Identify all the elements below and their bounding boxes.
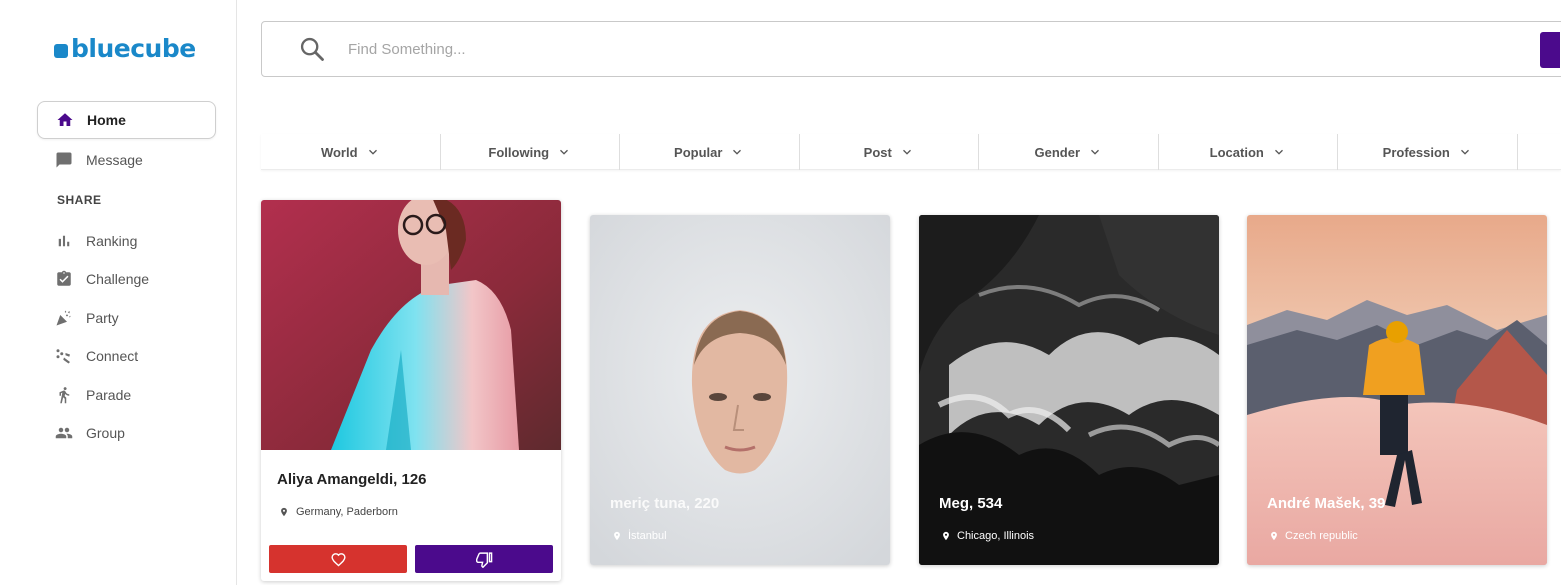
heart-icon <box>330 552 346 566</box>
search-icon[interactable] <box>298 35 326 63</box>
chevron-down-icon <box>560 149 569 155</box>
sidebar-item-ranking[interactable]: Ranking <box>37 222 216 260</box>
chevron-down-icon <box>1274 149 1283 155</box>
profile-location: Chicago, Illinois <box>941 530 1034 542</box>
filter-post[interactable]: Post <box>800 134 979 170</box>
filter-bar: World Following Popular Post Gender Loca… <box>261 134 1561 170</box>
filter-label: Post <box>863 144 892 160</box>
sidebar-item-label: Party <box>86 310 119 326</box>
profile-card[interactable]: Meg, 534 Chicago, Illinois <box>919 215 1219 565</box>
walking-icon <box>54 385 74 405</box>
sidebar-item-party[interactable]: Party <box>37 299 216 337</box>
filter-label: Gender <box>1034 144 1080 160</box>
clipboard-check-icon <box>54 269 74 289</box>
filter-following[interactable]: Following <box>441 134 620 170</box>
party-popper-icon <box>54 308 74 328</box>
sidebar-item-parade[interactable]: Parade <box>37 376 216 414</box>
sidebar-item-label: Home <box>87 112 126 128</box>
group-icon <box>54 423 74 443</box>
location-pin-icon <box>614 531 620 541</box>
sidebar: bluecube Home Message SHARE Ranking Chal… <box>0 0 237 585</box>
filter-label: Popular <box>674 144 723 160</box>
profile-location-text: İstanbul <box>628 530 667 542</box>
search-button[interactable] <box>1540 32 1560 68</box>
sidebar-item-label: Message <box>86 152 143 168</box>
profile-card[interactable]: meriç tuna, 220 İstanbul <box>590 215 890 565</box>
like-button[interactable] <box>269 545 407 573</box>
profile-photo <box>590 215 890 565</box>
bar-chart-icon <box>54 231 74 251</box>
chevron-down-icon <box>733 149 742 155</box>
thumbs-down-icon <box>475 551 492 568</box>
home-icon <box>55 110 75 130</box>
sidebar-item-label: Group <box>86 425 125 441</box>
profile-name: meriç tuna, 220 <box>610 495 720 512</box>
sidebar-item-label: Ranking <box>86 233 138 249</box>
profile-location: İstanbul <box>612 530 667 542</box>
search-bar <box>261 21 1561 77</box>
profile-card[interactable]: Aliya Amangeldi, 126 Germany, Paderborn <box>261 200 561 581</box>
sidebar-item-label: Connect <box>86 348 139 364</box>
profile-location: Czech republic <box>1269 530 1358 542</box>
logo[interactable]: bluecube <box>54 34 196 63</box>
location-pin-icon <box>281 507 287 517</box>
profile-card[interactable]: André Mašek, 39 Czech republic <box>1247 215 1547 565</box>
search-input[interactable] <box>348 40 1248 58</box>
chevron-down-icon <box>902 149 911 155</box>
message-icon <box>54 150 74 170</box>
profile-photo <box>919 215 1219 565</box>
filter-label: Location <box>1209 144 1264 160</box>
location-pin-icon <box>943 531 949 541</box>
sidebar-item-label: Parade <box>86 387 132 403</box>
location-pin-icon <box>1271 531 1277 541</box>
filter-profession[interactable]: Profession <box>1338 134 1518 170</box>
chevron-down-icon <box>1460 149 1469 155</box>
sidebar-item-connect[interactable]: Connect <box>37 337 216 375</box>
profile-name: Aliya Amangeldi, 126 <box>277 471 427 488</box>
logo-text: bluecube <box>71 34 196 63</box>
filter-popular[interactable]: Popular <box>620 134 800 170</box>
sidebar-item-challenge[interactable]: Challenge <box>37 260 216 298</box>
profile-location-text: Germany, Paderborn <box>296 506 398 518</box>
filter-label: Profession <box>1382 144 1450 160</box>
profile-photo <box>1247 215 1547 565</box>
dislike-button[interactable] <box>415 545 553 573</box>
chevron-down-icon <box>1091 149 1099 155</box>
filter-location[interactable]: Location <box>1159 134 1338 170</box>
sidebar-item-group[interactable]: Group <box>37 414 216 452</box>
profile-name: Meg, 534 <box>939 495 1003 512</box>
filter-gender[interactable]: Gender <box>979 134 1159 170</box>
filter-label: World <box>320 144 358 160</box>
filter-label: Following <box>488 144 550 160</box>
filter-world[interactable]: World <box>261 134 441 170</box>
profile-name: André Mašek, 39 <box>1267 495 1386 512</box>
chevron-down-icon <box>368 149 377 155</box>
logo-mark <box>54 44 68 58</box>
profile-photo <box>261 200 561 450</box>
sidebar-item-home[interactable]: Home <box>37 101 216 139</box>
profile-location-text: Czech republic <box>1285 530 1358 542</box>
sidebar-item-message[interactable]: Message <box>37 141 216 179</box>
sidebar-item-label: Challenge <box>86 271 150 287</box>
profile-location: Germany, Paderborn <box>279 506 398 518</box>
share-section-label: SHARE <box>57 193 102 207</box>
connect-icon <box>54 346 74 366</box>
profile-location-text: Chicago, Illinois <box>957 530 1035 542</box>
